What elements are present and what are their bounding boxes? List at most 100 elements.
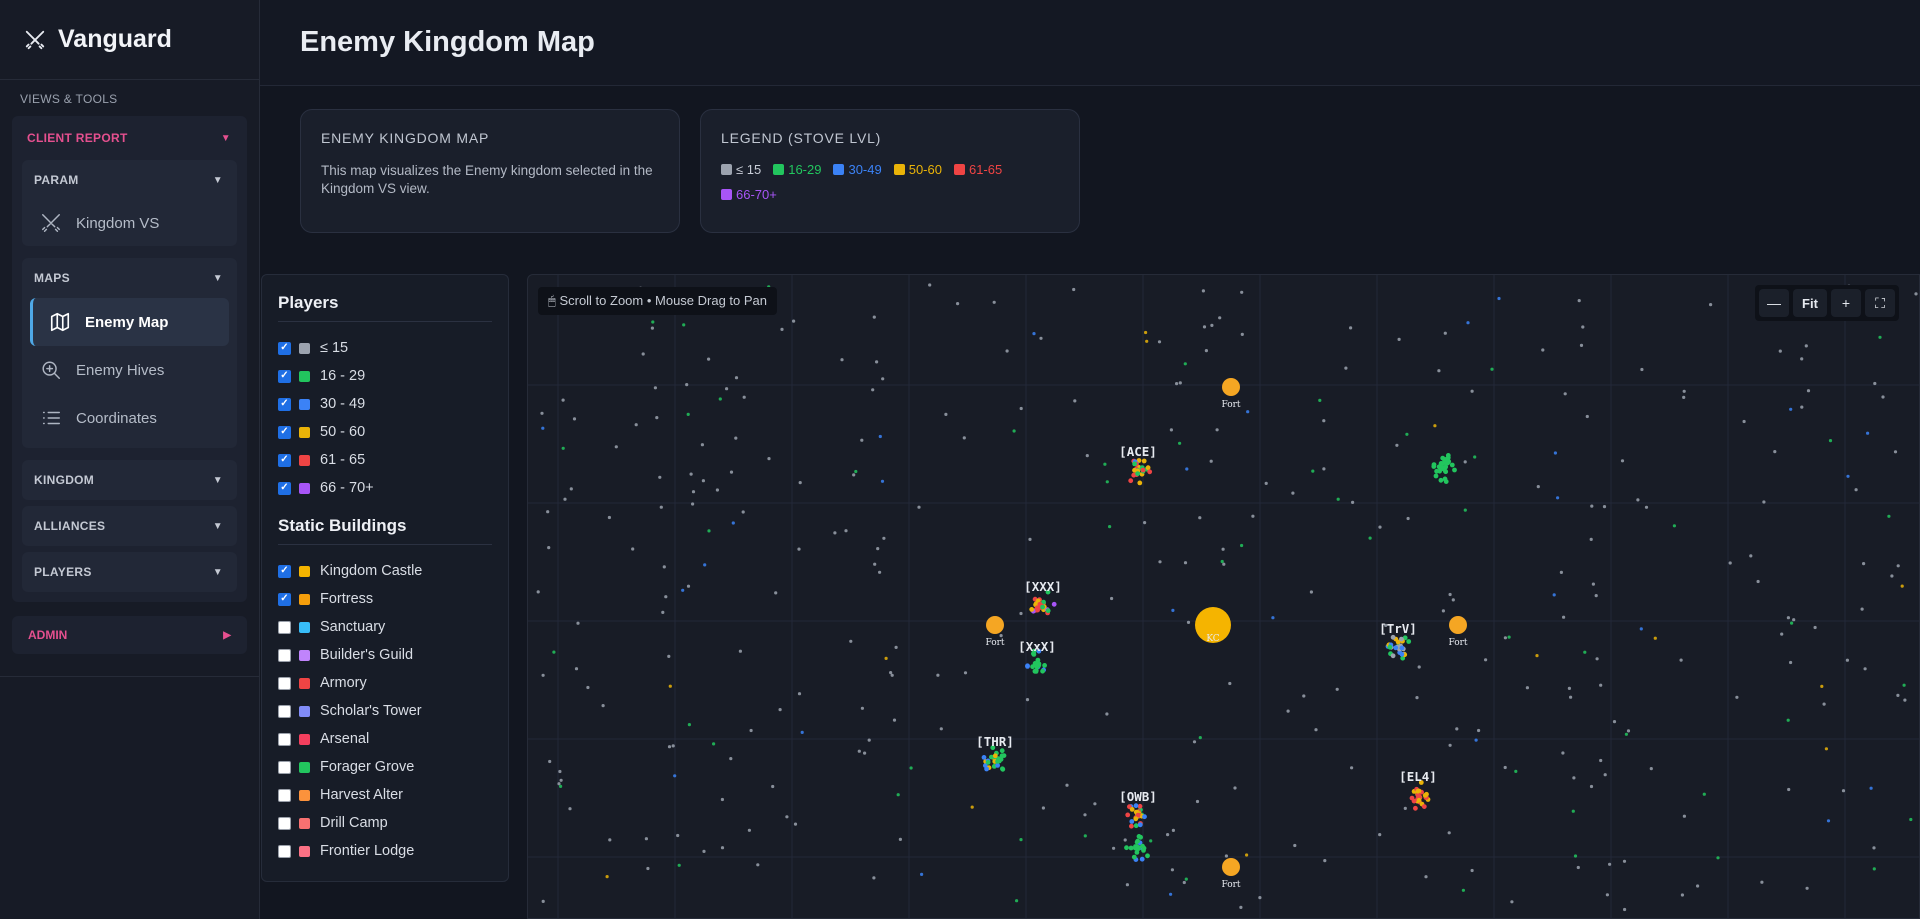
building-filter-row[interactable]: Arsenal bbox=[278, 725, 492, 753]
color-swatch bbox=[299, 426, 310, 438]
alliance-member-dot bbox=[1393, 645, 1399, 651]
player-dot bbox=[867, 738, 871, 742]
client-report-toggle[interactable]: CLIENT REPORT ▼ bbox=[22, 122, 237, 154]
checkbox[interactable] bbox=[278, 564, 291, 578]
checkbox[interactable] bbox=[278, 341, 291, 355]
map-canvas[interactable]: [ACE] [XXX] [XxX] [TrV] [THR] [OWB] [EL4] Fort F… bbox=[528, 275, 1920, 919]
player-dot bbox=[1239, 905, 1243, 910]
checkbox[interactable] bbox=[278, 844, 291, 858]
checkbox[interactable] bbox=[278, 481, 291, 495]
player-dot bbox=[1201, 289, 1205, 293]
player-dot bbox=[1198, 516, 1202, 520]
building-filter-row[interactable]: Drill Camp bbox=[278, 809, 492, 837]
player-dot bbox=[1503, 636, 1507, 640]
checkbox[interactable] bbox=[278, 620, 291, 634]
checkbox[interactable] bbox=[278, 760, 291, 774]
player-dot bbox=[970, 805, 974, 809]
player-dot bbox=[1716, 856, 1720, 860]
player-dot bbox=[860, 706, 864, 710]
player-dot bbox=[1682, 395, 1686, 399]
param-toggle[interactable]: PARAM ▼ bbox=[22, 160, 237, 200]
player-dot bbox=[1110, 596, 1114, 601]
fullscreen-button[interactable]: ⛶ bbox=[1865, 289, 1895, 317]
zoom-in-button[interactable]: + bbox=[1831, 289, 1861, 317]
checkbox[interactable] bbox=[278, 425, 291, 439]
player-dot bbox=[871, 388, 875, 392]
checkbox[interactable] bbox=[278, 816, 291, 830]
player-filter-row[interactable]: 66 - 70+ bbox=[278, 474, 492, 502]
sidebar-item-kingdom-vs[interactable]: Kingdom VS bbox=[22, 200, 237, 246]
player-dot bbox=[1735, 695, 1739, 699]
checkbox[interactable] bbox=[278, 592, 291, 606]
sidebar-item-enemy-hives[interactable]: Enemy Hives bbox=[22, 346, 237, 394]
player-dot bbox=[881, 377, 885, 381]
player-dot bbox=[1318, 398, 1322, 402]
player-dot bbox=[785, 815, 789, 819]
building-filter-row[interactable]: Forager Grove bbox=[278, 753, 492, 781]
building-filter-row[interactable]: Fortress bbox=[278, 585, 492, 613]
player-dot bbox=[1437, 369, 1441, 373]
player-filter-row[interactable]: 30 - 49 bbox=[278, 390, 492, 418]
zoom-out-button[interactable]: — bbox=[1759, 289, 1789, 317]
player-dot bbox=[963, 671, 968, 675]
admin-toggle[interactable]: ADMIN ▶ bbox=[12, 616, 247, 654]
player-dot bbox=[738, 649, 742, 653]
player-dot bbox=[1323, 859, 1327, 863]
sidebar-item-enemy-map[interactable]: Enemy Map bbox=[30, 298, 229, 346]
player-filter-row[interactable]: ≤ 15 bbox=[278, 334, 492, 362]
brand[interactable]: Vanguard bbox=[0, 0, 259, 80]
player-dot bbox=[1682, 814, 1686, 818]
player-dot bbox=[561, 446, 565, 450]
alliance-member-dot bbox=[1411, 798, 1417, 804]
checkbox[interactable] bbox=[278, 676, 291, 690]
fit-button[interactable]: Fit bbox=[1793, 289, 1827, 317]
alliances-label: ALLIANCES bbox=[34, 519, 106, 533]
player-dot bbox=[1246, 410, 1250, 414]
alliances-toggle[interactable]: ALLIANCES ▼ bbox=[22, 506, 237, 546]
player-dot bbox=[1455, 727, 1459, 731]
checkbox[interactable] bbox=[278, 704, 291, 718]
alliance-member-dot bbox=[1399, 651, 1405, 657]
player-dot bbox=[1790, 621, 1794, 625]
building-filter-row[interactable]: Sanctuary bbox=[278, 613, 492, 641]
alliance-member-dot bbox=[1445, 460, 1450, 466]
checkbox[interactable] bbox=[278, 732, 291, 746]
alliance-member-dot bbox=[1140, 843, 1145, 849]
kingdom-toggle[interactable]: KINGDOM ▼ bbox=[22, 460, 237, 500]
player-dot bbox=[1696, 884, 1700, 888]
building-filter-row[interactable]: Builder's Guild bbox=[278, 641, 492, 669]
player-filter-row[interactable]: 61 - 65 bbox=[278, 446, 492, 474]
color-swatch bbox=[299, 649, 310, 661]
alliance-member-dot bbox=[1438, 477, 1444, 483]
player-dot bbox=[1170, 868, 1174, 872]
checkbox[interactable] bbox=[278, 397, 291, 411]
building-filter-row[interactable]: Kingdom Castle bbox=[278, 557, 492, 585]
alliance-member-dot bbox=[1145, 465, 1151, 471]
sidebar-item-coordinates[interactable]: Coordinates bbox=[22, 394, 237, 442]
building-filter-row[interactable]: Harvest Alter bbox=[278, 781, 492, 809]
player-dot bbox=[1123, 838, 1127, 842]
player-dot bbox=[1221, 547, 1225, 551]
checkbox[interactable] bbox=[278, 788, 291, 802]
players-toggle[interactable]: PLAYERS ▼ bbox=[22, 552, 237, 592]
player-dot bbox=[833, 531, 837, 535]
checkbox[interactable] bbox=[278, 369, 291, 383]
player-dot bbox=[1563, 392, 1567, 396]
player-dot bbox=[1896, 693, 1900, 697]
player-filter-row[interactable]: 16 - 29 bbox=[278, 362, 492, 390]
main-content: Enemy Kingdom Map ENEMY KINGDOM MAP This… bbox=[260, 0, 1920, 919]
maps-toggle[interactable]: MAPS ▼ bbox=[22, 258, 237, 298]
player-filter-row[interactable]: 50 - 60 bbox=[278, 418, 492, 446]
player-dot bbox=[1749, 554, 1753, 558]
building-filter-row[interactable]: Frontier Lodge bbox=[278, 837, 492, 865]
checkbox[interactable] bbox=[278, 648, 291, 662]
client-report-label: CLIENT REPORT bbox=[27, 131, 128, 145]
building-filter-row[interactable]: Armory bbox=[278, 669, 492, 697]
building-filter-row[interactable]: Scholar's Tower bbox=[278, 697, 492, 725]
player-dot bbox=[682, 323, 686, 327]
player-dot bbox=[1041, 806, 1045, 810]
player-dot bbox=[1019, 838, 1023, 842]
legend-label: 66-70+ bbox=[736, 187, 777, 202]
checkbox[interactable] bbox=[278, 453, 291, 467]
enemy-kingdom-map[interactable]: 🖱 Scroll to Zoom • Mouse Drag to Pan — F… bbox=[527, 274, 1920, 919]
